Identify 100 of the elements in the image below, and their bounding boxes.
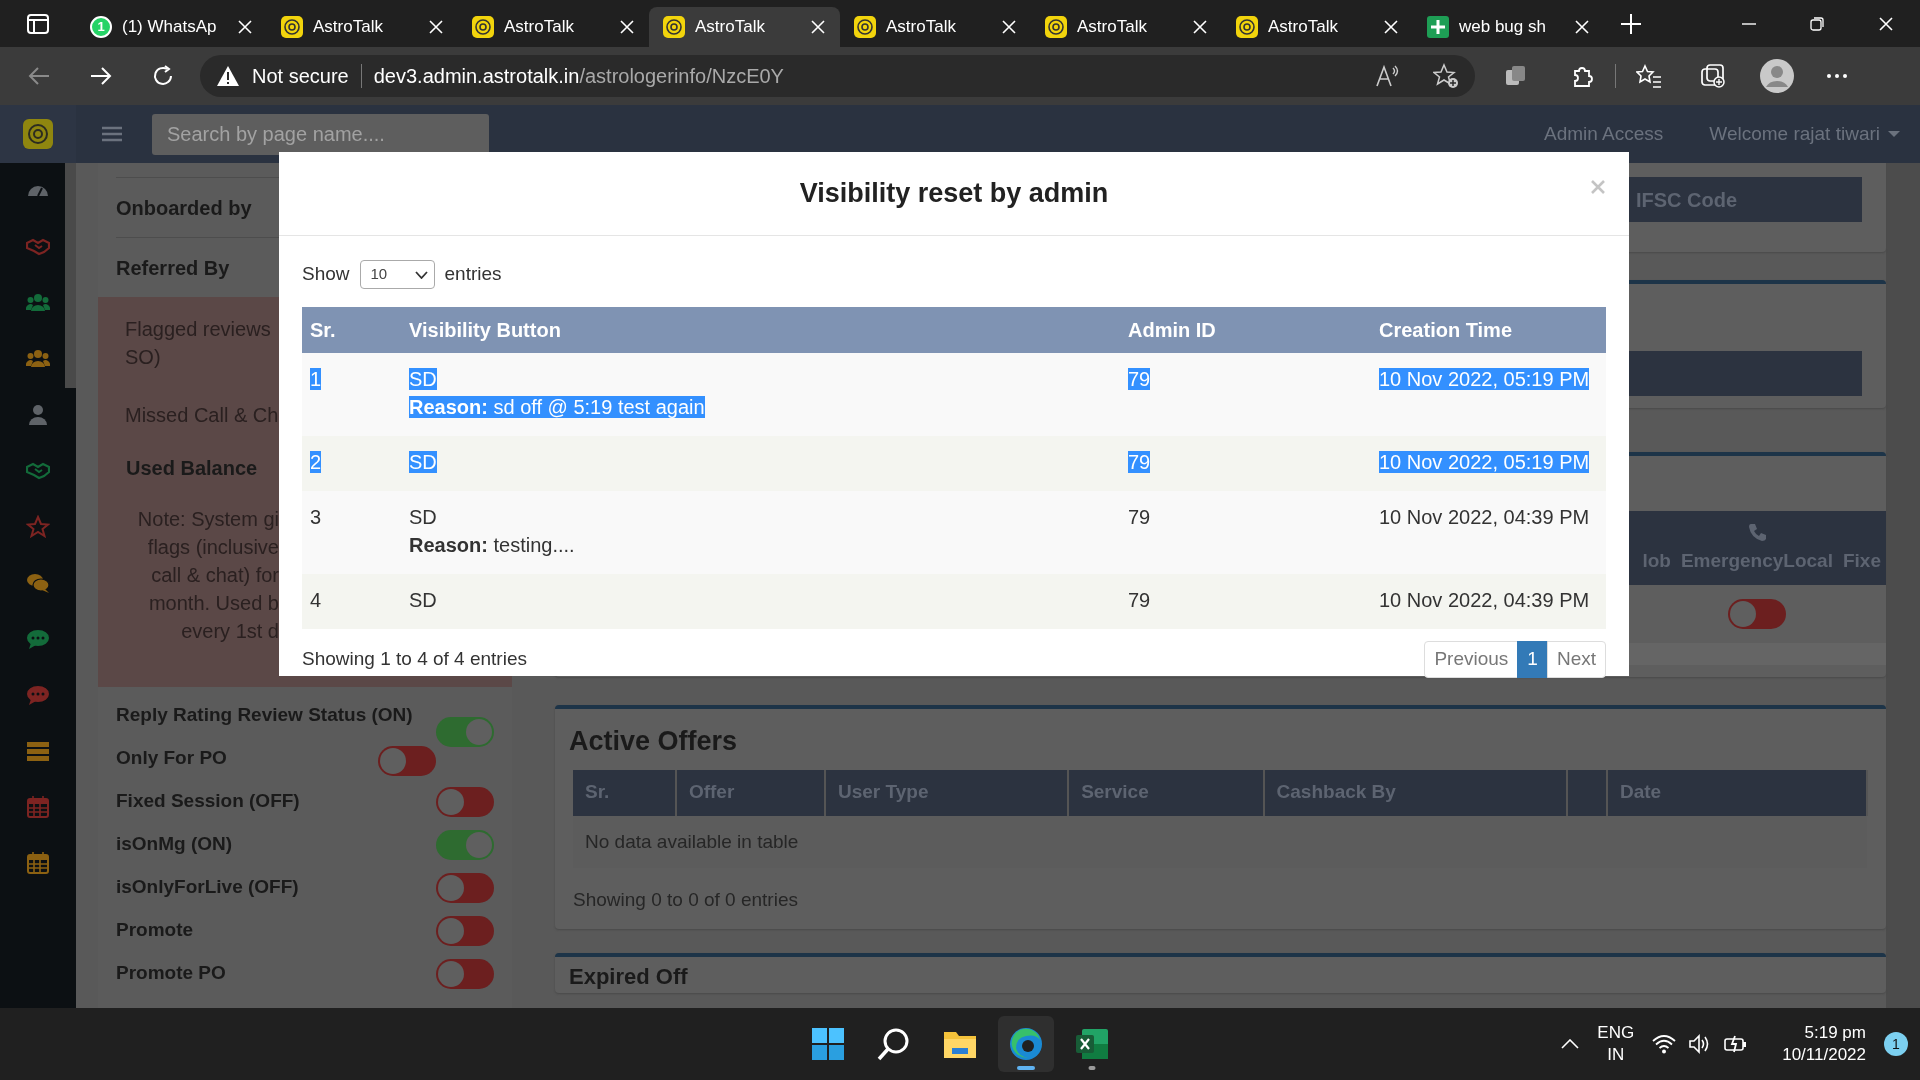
calendar-icon[interactable]	[26, 851, 50, 875]
tab-title: (1) WhatsAp	[122, 16, 218, 39]
toggle-label: Promote PO	[116, 961, 226, 985]
tab-title: web bug sh	[1459, 16, 1547, 39]
browser-icon[interactable]	[1008, 1026, 1044, 1062]
toggle-label: Reply Rating Review Status (ON)	[116, 703, 413, 727]
cell-text: SD	[409, 506, 437, 528]
browser-tab[interactable]: AstroTalk	[840, 7, 1031, 47]
tab-collection-icon[interactable]	[1700, 63, 1726, 89]
cell-text: SD	[409, 589, 437, 611]
comments-icon[interactable]	[26, 571, 50, 595]
security-label[interactable]: Not secure	[252, 61, 349, 91]
browser-tab[interactable]: AstroTalk	[267, 7, 458, 47]
cell-text: 79	[1128, 589, 1151, 611]
row-number: 4	[310, 589, 322, 611]
toggle-switch[interactable]	[1728, 599, 1786, 629]
scrollbar[interactable]	[65, 163, 76, 388]
url-text[interactable]: dev3.admin.astrotalk.in/astrologerinfo/NzcE0Y	[373, 61, 784, 91]
column-header: Admin ID	[1120, 307, 1371, 353]
running-indicator	[1017, 1066, 1035, 1070]
cell-text: 10 Nov 2022, 05:19 PM	[1379, 368, 1590, 390]
spreadsheet-icon	[1427, 16, 1449, 38]
reason-text: Reason: sd off @ 5:19 test again	[409, 396, 705, 418]
tab-title: AstroTalk	[886, 16, 957, 39]
chevron-up-icon[interactable]	[1561, 1039, 1580, 1049]
read-aloud-icon[interactable]	[1375, 64, 1401, 88]
refresh-icon[interactable]	[151, 64, 175, 88]
chevron-down-icon	[414, 270, 428, 279]
start-icon[interactable]	[810, 1026, 846, 1062]
modal-title: Visibility reset by admin	[799, 177, 1109, 211]
row-number: 2	[310, 451, 322, 473]
running-indicator	[1088, 1066, 1096, 1070]
browser-tab[interactable]: AstroTalk	[649, 7, 840, 47]
panel-heading: Used Balance	[126, 456, 258, 481]
clock[interactable]: 5:19 pm 10/11/2022	[1782, 1022, 1866, 1066]
column-header: Sr.	[302, 307, 401, 353]
tab-actions-icon[interactable]	[27, 13, 49, 34]
notification-badge[interactable]: 1	[1884, 1032, 1908, 1056]
toggle-label: Fixed Session (OFF)	[116, 789, 300, 813]
cell-text: SD	[409, 451, 437, 473]
length-label: Show	[302, 262, 350, 287]
sun-logo-icon	[23, 119, 53, 149]
toggle-switch[interactable]	[436, 717, 494, 747]
browser-tab[interactable]: AstroTalk	[458, 7, 649, 47]
new-tab-icon[interactable]	[1620, 12, 1642, 35]
browser-tab[interactable]: AstroTalk	[1031, 7, 1222, 47]
restore-icon[interactable]	[1810, 16, 1824, 31]
wifi-icon[interactable]	[1652, 1034, 1677, 1054]
toggle-label: Only For PO	[116, 746, 227, 770]
browser-tab[interactable]: web bug sh	[1413, 7, 1604, 47]
cell-text: 10 Nov 2022, 05:19 PM	[1379, 451, 1590, 473]
toggle-switch[interactable]	[436, 916, 494, 946]
toggle-switch[interactable]	[436, 830, 494, 860]
cell-text: 79	[1128, 506, 1151, 528]
sun-logo-icon	[281, 16, 303, 38]
section-title: Expired Off	[569, 964, 689, 989]
cell-text: 79	[1128, 368, 1151, 390]
row-number: 3	[310, 506, 322, 528]
caret-icon[interactable]	[1888, 130, 1900, 138]
section-title: Active Offers	[568, 725, 739, 758]
chat-app-icon: 1	[90, 16, 112, 38]
star-icon[interactable]	[26, 515, 50, 539]
browser-tab[interactable]: AstroTalk	[1222, 7, 1413, 47]
toggle-switch[interactable]	[378, 746, 436, 776]
page-size-select[interactable]: 10	[359, 260, 435, 289]
tab-title: AstroTalk	[1077, 16, 1148, 39]
tab-title: AstroTalk	[1268, 16, 1339, 39]
warning-icon	[216, 65, 240, 87]
cell-text: 79	[1128, 451, 1151, 473]
length-label: entries	[444, 262, 502, 287]
sun-logo-icon	[472, 16, 494, 38]
toggle-switch[interactable]	[436, 787, 494, 817]
favorites-list-icon[interactable]	[1636, 63, 1662, 89]
favorite-add-icon[interactable]	[1433, 63, 1459, 89]
page-link[interactable]: Previous	[1424, 641, 1519, 678]
toggle-switch[interactable]	[436, 873, 494, 903]
avatar-icon[interactable]	[1760, 59, 1794, 93]
toggle-label: Promote	[116, 918, 194, 942]
scrollbar[interactable]	[1886, 163, 1920, 1008]
user-icon[interactable]	[26, 403, 50, 427]
search-field[interactable]: Search by page name....	[152, 113, 489, 155]
tab-title: AstroTalk	[504, 16, 575, 39]
field-label: Onboarded by	[116, 195, 252, 221]
toggle-label: isOnMg (ON)	[116, 832, 233, 856]
browser-tab[interactable]: 1 (1) WhatsAp	[76, 7, 267, 47]
cell-text: 10 Nov 2022, 04:39 PM	[1379, 589, 1590, 611]
sun-logo-icon	[663, 16, 685, 38]
field-label: Referred By	[116, 255, 230, 281]
menu-icon[interactable]	[102, 126, 122, 142]
language-indicator[interactable]: ENG IN	[1597, 1022, 1635, 1066]
page-link[interactable]: Next	[1546, 641, 1606, 678]
cell-text: 10 Nov 2022, 04:39 PM	[1379, 506, 1590, 528]
toggle-switch[interactable]	[436, 959, 494, 989]
column-header: Visibility Button	[401, 307, 1120, 353]
server-icon[interactable]	[26, 739, 50, 763]
row-number: 1	[310, 368, 322, 390]
spreadsheet-app-icon[interactable]	[1074, 1026, 1110, 1062]
cell-text: SD	[409, 368, 437, 390]
page-link[interactable]: 1	[1517, 641, 1548, 678]
speech-bubble-icon[interactable]	[26, 627, 50, 651]
